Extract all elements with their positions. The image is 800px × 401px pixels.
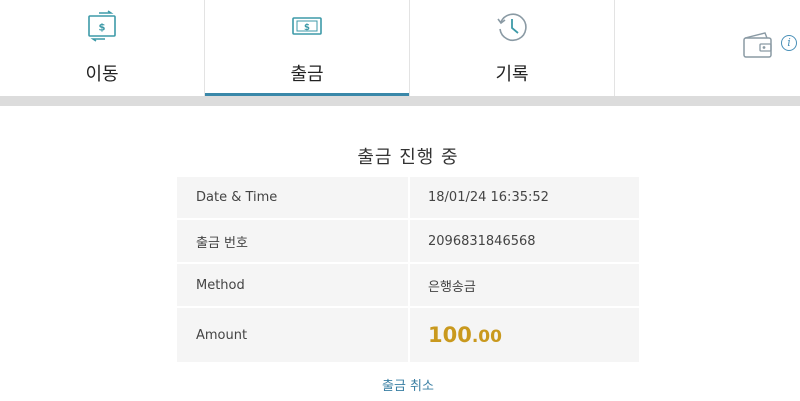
withdrawal-details-table: Date & Time 18/01/24 16:35:52 출금 번호 2096… — [177, 177, 639, 362]
page-title: 출금 진행 중 — [357, 147, 459, 168]
tab-withdraw[interactable]: $ 출금 — [205, 0, 410, 96]
header-divider — [0, 96, 800, 106]
wallet-icon[interactable] — [741, 30, 775, 60]
amount-integer: 100 — [428, 323, 472, 347]
detail-value: 은행송금 — [409, 263, 639, 308]
withdraw-icon: $ — [292, 17, 322, 35]
table-row: Date & Time 18/01/24 16:35:52 — [177, 177, 639, 220]
detail-value: 18/01/24 16:35:52 — [409, 177, 639, 220]
svg-text:$: $ — [304, 23, 310, 33]
detail-label: Date & Time — [177, 177, 410, 220]
table-row: Amount 100.00 — [177, 307, 639, 362]
tab-transfer[interactable]: $ 이동 — [0, 0, 205, 96]
tab-history[interactable]: 기록 — [410, 0, 615, 96]
tab-label-history: 기록 — [495, 64, 529, 85]
detail-label: Method — [177, 263, 410, 308]
transfer-icon: $ — [88, 10, 116, 42]
detail-label: 출금 번호 — [177, 219, 410, 264]
table-row: 출금 번호 2096831846568 — [177, 219, 639, 264]
history-icon — [497, 13, 527, 42]
amount-value: 100.00 — [409, 307, 639, 362]
table-row: Method 은행송금 — [177, 263, 639, 308]
tab-label-withdraw: 출금 — [290, 64, 324, 85]
detail-label: Amount — [177, 307, 410, 362]
info-icon[interactable]: i — [781, 35, 797, 51]
svg-text:$: $ — [99, 23, 106, 34]
amount-decimal: .00 — [471, 327, 502, 347]
tab-bar: $ 이동 $ 출금 기록 i — [0, 0, 800, 96]
detail-value: 2096831846568 — [409, 219, 639, 264]
cancel-withdrawal-link[interactable]: 출금 취소 — [0, 375, 800, 394]
tab-label-transfer: 이동 — [85, 64, 119, 85]
